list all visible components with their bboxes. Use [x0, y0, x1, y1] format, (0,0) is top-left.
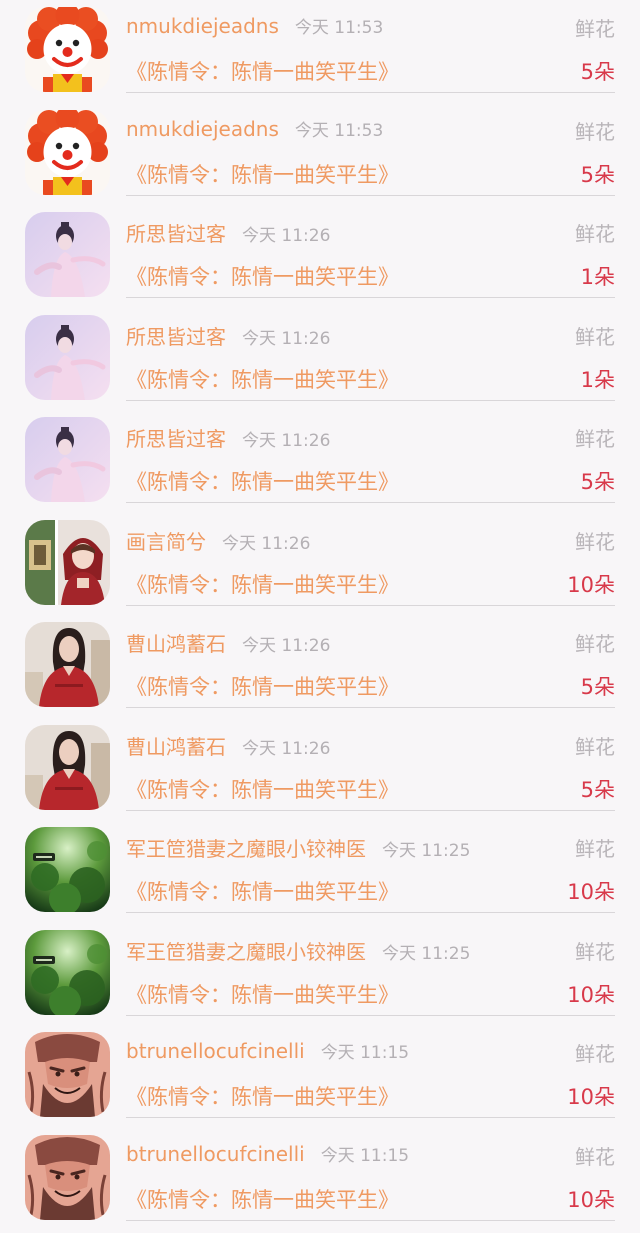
gift-count: 10朵: [567, 569, 615, 599]
hanfu-girl-avatar[interactable]: [25, 212, 110, 297]
list-item-content: nmukdiejeadns 今天 11:53 鲜花 《陈情令：陈情一曲笑平生》 5…: [126, 3, 615, 93]
gift-type-label: 鲜花: [575, 526, 615, 555]
warrior-tattoo-avatar[interactable]: [25, 1032, 110, 1117]
gift-count: 5朵: [581, 466, 615, 496]
timestamp: 今天 11:15: [321, 1043, 409, 1063]
gift-type-label: 鲜花: [575, 423, 615, 452]
list-item[interactable]: btrunellocufcinelli 今天 11:15 鲜花 《陈情令：陈情一曲…: [0, 1028, 640, 1131]
list-item[interactable]: 军王笸猎妻之魔眼小铰神医今天 11:25 鲜花 《陈情令：陈情一曲笑平生》 10…: [0, 823, 640, 926]
green-forest-avatar[interactable]: [25, 827, 110, 912]
username[interactable]: nmukdiejeadns: [126, 14, 279, 38]
gift-count: 5朵: [581, 56, 615, 86]
clown-avatar[interactable]: [25, 7, 110, 92]
gift-type-label: 鲜花: [575, 321, 615, 350]
gift-count: 1朵: [581, 364, 615, 394]
work-title[interactable]: 《陈情令：陈情一曲笑平生》: [126, 466, 399, 496]
work-title[interactable]: 《陈情令：陈情一曲笑平生》: [126, 979, 399, 1009]
list-item[interactable]: nmukdiejeadns 今天 11:53 鲜花 《陈情令：陈情一曲笑平生》 5…: [0, 106, 640, 209]
list-item-content: 所思皆过客今天 11:26 鲜花 《陈情令：陈情一曲笑平生》 1朵: [126, 208, 615, 298]
work-title[interactable]: 《陈情令：陈情一曲笑平生》: [126, 261, 399, 291]
gift-count: 10朵: [567, 979, 615, 1009]
list-item[interactable]: 曹山鸿蓄石今天 11:26 鲜花 《陈情令：陈情一曲笑平生》 5朵: [0, 721, 640, 824]
list-item-content: 军王笸猎妻之魔眼小铰神医今天 11:25 鲜花 《陈情令：陈情一曲笑平生》 10…: [126, 926, 615, 1016]
list-item-content: 所思皆过客今天 11:26 鲜花 《陈情令：陈情一曲笑平生》 1朵: [126, 311, 615, 401]
gift-type-label: 鲜花: [575, 218, 615, 247]
list-item[interactable]: 曹山鸿蓄石今天 11:26 鲜花 《陈情令：陈情一曲笑平生》 5朵: [0, 618, 640, 721]
gift-count: 10朵: [567, 1184, 615, 1214]
username[interactable]: 画言简兮: [126, 530, 206, 554]
list-item[interactable]: nmukdiejeadns 今天 11:53 鲜花 《陈情令：陈情一曲笑平生》 5…: [0, 3, 640, 106]
username[interactable]: btrunellocufcinelli: [126, 1039, 305, 1063]
timestamp: 今天 11:15: [321, 1146, 409, 1166]
gift-type-label: 鲜花: [575, 13, 615, 42]
work-title[interactable]: 《陈情令：陈情一曲笑平生》: [126, 774, 399, 804]
gift-type-label: 鲜花: [575, 1038, 615, 1067]
timestamp: 今天 11:26: [222, 534, 310, 554]
work-title[interactable]: 《陈情令：陈情一曲笑平生》: [126, 876, 399, 906]
green-forest-avatar[interactable]: [25, 930, 110, 1015]
list-item-content: btrunellocufcinelli 今天 11:15 鲜花 《陈情令：陈情一曲…: [126, 1131, 615, 1221]
gift-record-list: nmukdiejeadns 今天 11:53 鲜花 《陈情令：陈情一曲笑平生》 5…: [0, 0, 640, 1233]
timestamp: 今天 11:26: [242, 226, 330, 246]
list-item[interactable]: 所思皆过客今天 11:26 鲜花 《陈情令：陈情一曲笑平生》 5朵: [0, 413, 640, 516]
red-hood-girl-avatar[interactable]: [25, 520, 110, 605]
gift-count: 5朵: [581, 774, 615, 804]
work-title[interactable]: 《陈情令：陈情一曲笑平生》: [126, 671, 399, 701]
warrior-tattoo-avatar[interactable]: [25, 1135, 110, 1220]
list-item-content: 画言简兮今天 11:26 鲜花 《陈情令：陈情一曲笑平生》 10朵: [126, 516, 615, 606]
username[interactable]: 所思皆过客: [126, 427, 226, 451]
timestamp: 今天 11:26: [242, 431, 330, 451]
red-dress-woman-avatar[interactable]: [25, 622, 110, 707]
gift-count: 1朵: [581, 261, 615, 291]
username[interactable]: nmukdiejeadns: [126, 117, 279, 141]
username[interactable]: 军王笸猎妻之魔眼小铰神医: [126, 837, 366, 861]
timestamp: 今天 11:25: [382, 841, 470, 861]
list-item-content: 曹山鸿蓄石今天 11:26 鲜花 《陈情令：陈情一曲笑平生》 5朵: [126, 721, 615, 811]
work-title[interactable]: 《陈情令：陈情一曲笑平生》: [126, 1184, 399, 1214]
gift-count: 10朵: [567, 876, 615, 906]
list-item-content: 所思皆过客今天 11:26 鲜花 《陈情令：陈情一曲笑平生》 5朵: [126, 413, 615, 503]
timestamp: 今天 11:26: [242, 739, 330, 759]
work-title[interactable]: 《陈情令：陈情一曲笑平生》: [126, 364, 399, 394]
username[interactable]: 所思皆过客: [126, 222, 226, 246]
hanfu-girl-avatar[interactable]: [25, 315, 110, 400]
gift-count: 5朵: [581, 671, 615, 701]
list-item-content: 曹山鸿蓄石今天 11:26 鲜花 《陈情令：陈情一曲笑平生》 5朵: [126, 618, 615, 708]
list-item[interactable]: 画言简兮今天 11:26 鲜花 《陈情令：陈情一曲笑平生》 10朵: [0, 516, 640, 619]
red-dress-woman-avatar[interactable]: [25, 725, 110, 810]
clown-avatar[interactable]: [25, 110, 110, 195]
gift-count: 5朵: [581, 159, 615, 189]
gift-type-label: 鲜花: [575, 833, 615, 862]
work-title[interactable]: 《陈情令：陈情一曲笑平生》: [126, 1081, 399, 1111]
work-title[interactable]: 《陈情令：陈情一曲笑平生》: [126, 159, 399, 189]
gift-type-label: 鲜花: [575, 628, 615, 657]
username[interactable]: 曹山鸿蓄石: [126, 735, 226, 759]
gift-count: 10朵: [567, 1081, 615, 1111]
username[interactable]: 所思皆过客: [126, 325, 226, 349]
timestamp: 今天 11:53: [295, 121, 383, 141]
hanfu-girl-avatar[interactable]: [25, 417, 110, 502]
list-item[interactable]: 所思皆过客今天 11:26 鲜花 《陈情令：陈情一曲笑平生》 1朵: [0, 311, 640, 414]
list-item-content: btrunellocufcinelli 今天 11:15 鲜花 《陈情令：陈情一曲…: [126, 1028, 615, 1118]
list-item-content: 军王笸猎妻之魔眼小铰神医今天 11:25 鲜花 《陈情令：陈情一曲笑平生》 10…: [126, 823, 615, 913]
timestamp: 今天 11:26: [242, 636, 330, 656]
list-item-content: nmukdiejeadns 今天 11:53 鲜花 《陈情令：陈情一曲笑平生》 5…: [126, 106, 615, 196]
work-title[interactable]: 《陈情令：陈情一曲笑平生》: [126, 56, 399, 86]
timestamp: 今天 11:53: [295, 18, 383, 38]
list-item[interactable]: 所思皆过客今天 11:26 鲜花 《陈情令：陈情一曲笑平生》 1朵: [0, 208, 640, 311]
list-item[interactable]: 军王笸猎妻之魔眼小铰神医今天 11:25 鲜花 《陈情令：陈情一曲笑平生》 10…: [0, 926, 640, 1029]
work-title[interactable]: 《陈情令：陈情一曲笑平生》: [126, 569, 399, 599]
username[interactable]: btrunellocufcinelli: [126, 1142, 305, 1166]
timestamp: 今天 11:26: [242, 329, 330, 349]
list-item[interactable]: btrunellocufcinelli 今天 11:15 鲜花 《陈情令：陈情一曲…: [0, 1131, 640, 1233]
username[interactable]: 曹山鸿蓄石: [126, 632, 226, 656]
gift-type-label: 鲜花: [575, 936, 615, 965]
timestamp: 今天 11:25: [382, 944, 470, 964]
gift-type-label: 鲜花: [575, 1141, 615, 1170]
gift-type-label: 鲜花: [575, 731, 615, 760]
gift-type-label: 鲜花: [575, 116, 615, 145]
username[interactable]: 军王笸猎妻之魔眼小铰神医: [126, 940, 366, 964]
